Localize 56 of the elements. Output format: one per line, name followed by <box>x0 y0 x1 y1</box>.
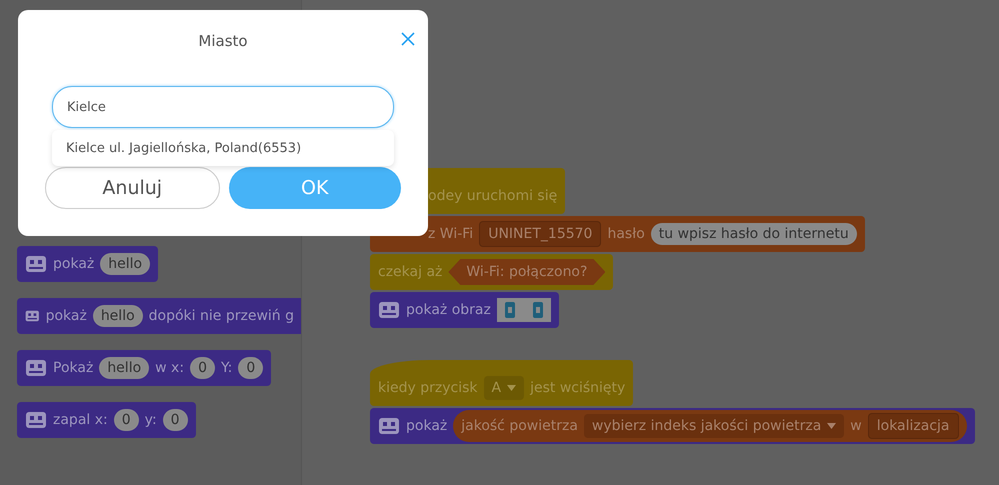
code-block[interactable]: pokaż hello dopóki nie przewiń g <box>17 298 301 334</box>
block-label: w x: <box>155 360 184 376</box>
value-input[interactable]: hello <box>99 357 150 379</box>
robot-face-icon <box>378 417 400 435</box>
block-label: jest wciśnięty <box>530 380 626 396</box>
code-block[interactable]: z Wi-Fi UNINET_15570 hasło tu wpisz hasło do internetu <box>370 216 865 252</box>
block-label: pokaż <box>53 256 94 272</box>
dialog-title: Miasto <box>198 32 248 52</box>
code-block[interactable]: Pokaż hello w x: 0 Y: 0 <box>17 350 272 386</box>
suggestion-item[interactable]: Kielce ul. Jagiellońska, Poland(6553) <box>52 130 394 166</box>
block-label: odey uruchomi się <box>428 188 558 204</box>
city-input-field[interactable]: Kielce <box>52 86 394 128</box>
value-field[interactable]: lokalizacja <box>868 413 959 439</box>
block-label: Pokaż <box>53 360 94 376</box>
code-block[interactable]: czekaj aż Wi-Fi: połączono? <box>370 254 614 290</box>
block-label: jakość powietrza <box>461 418 578 434</box>
block-label: hasło <box>607 226 645 242</box>
ok-button[interactable]: OK <box>228 167 401 209</box>
dropdown[interactable]: A <box>484 376 524 400</box>
block-label: z Wi-Fi <box>428 226 474 242</box>
value-input[interactable]: hello <box>100 253 150 275</box>
value-input[interactable]: 0 <box>114 409 139 431</box>
close-button[interactable] <box>401 32 415 46</box>
eyes-matrix-icon <box>496 298 551 322</box>
reporter-block[interactable]: jakość powietrza wybierz indeks jakości powietrza w lokalizacja <box>453 410 967 442</box>
close-icon <box>401 32 415 46</box>
block-label: dopóki nie przewiń g <box>148 308 294 324</box>
value-input[interactable]: 0 <box>162 409 188 431</box>
block-label: kiedy przycisk <box>378 380 478 396</box>
value-input[interactable]: 0 <box>190 357 215 379</box>
condition-block[interactable]: Wi-Fi: połączono? <box>448 259 606 285</box>
code-block[interactable]: zapal x: 0 y: 0 <box>17 402 196 438</box>
value-input[interactable]: tu wpisz hasło do internetu <box>650 223 857 245</box>
caret-icon <box>827 423 836 429</box>
robot-face-icon <box>25 411 47 429</box>
block-label: Y: <box>220 360 232 376</box>
block-label: czekaj aż <box>378 264 442 280</box>
block-label: pokaż <box>406 418 448 434</box>
block-label: w <box>850 418 862 434</box>
block-label: zapal x: <box>53 412 108 428</box>
block-label: y: <box>144 412 157 428</box>
cancel-button[interactable]: Anuluj <box>45 167 220 209</box>
code-block[interactable]: pokaż hello <box>17 246 158 282</box>
robot-face-icon <box>378 301 400 319</box>
value-input[interactable]: 0 <box>238 357 264 379</box>
value-input[interactable]: hello <box>92 305 143 327</box>
value-field[interactable]: UNINET_15570 <box>479 221 602 247</box>
dropdown[interactable]: wybierz indeks jakości powietrza <box>584 414 844 438</box>
code-block[interactable]: pokaż jakość powietrza wybierz indeks jakości powietrza w lokalizacja <box>370 408 975 444</box>
hat-block[interactable]: kiedy przycisk A jest wciśnięty <box>370 360 634 406</box>
code-block[interactable]: pokaż obraz <box>370 292 559 328</box>
block-label: pokaż obraz <box>406 302 491 318</box>
caret-icon <box>507 385 516 391</box>
robot-face-icon <box>25 255 47 273</box>
robot-face-icon <box>25 359 47 377</box>
block-label: pokaż <box>46 308 87 324</box>
